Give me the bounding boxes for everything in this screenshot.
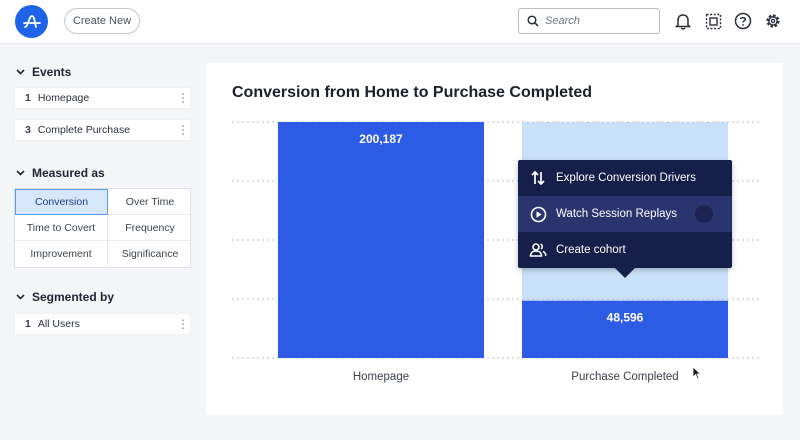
menu-item-label: Watch Session Replays [556,208,678,220]
bar-homepage[interactable] [278,122,484,358]
menu-item-label: Create cohort [556,244,626,256]
bar-value-label: 48,596 [607,311,644,325]
sort-arrows-icon [528,168,548,188]
x-tick-label: Purchase Completed [571,371,678,383]
bar-value-label: 200,187 [359,132,403,146]
bar-purchase-completed[interactable] [522,300,728,358]
menu-item-label: Explore Conversion Drivers [556,172,696,184]
explore-conversion-drivers-item[interactable]: Explore Conversion Drivers [518,160,732,196]
mouse-pointer-icon [692,366,702,380]
users-icon [528,240,548,260]
create-cohort-item[interactable]: Create cohort [518,232,732,268]
play-circle-icon [528,204,548,224]
x-tick-label: Homepage [353,371,409,383]
cursor-highlight-dot [695,205,713,223]
